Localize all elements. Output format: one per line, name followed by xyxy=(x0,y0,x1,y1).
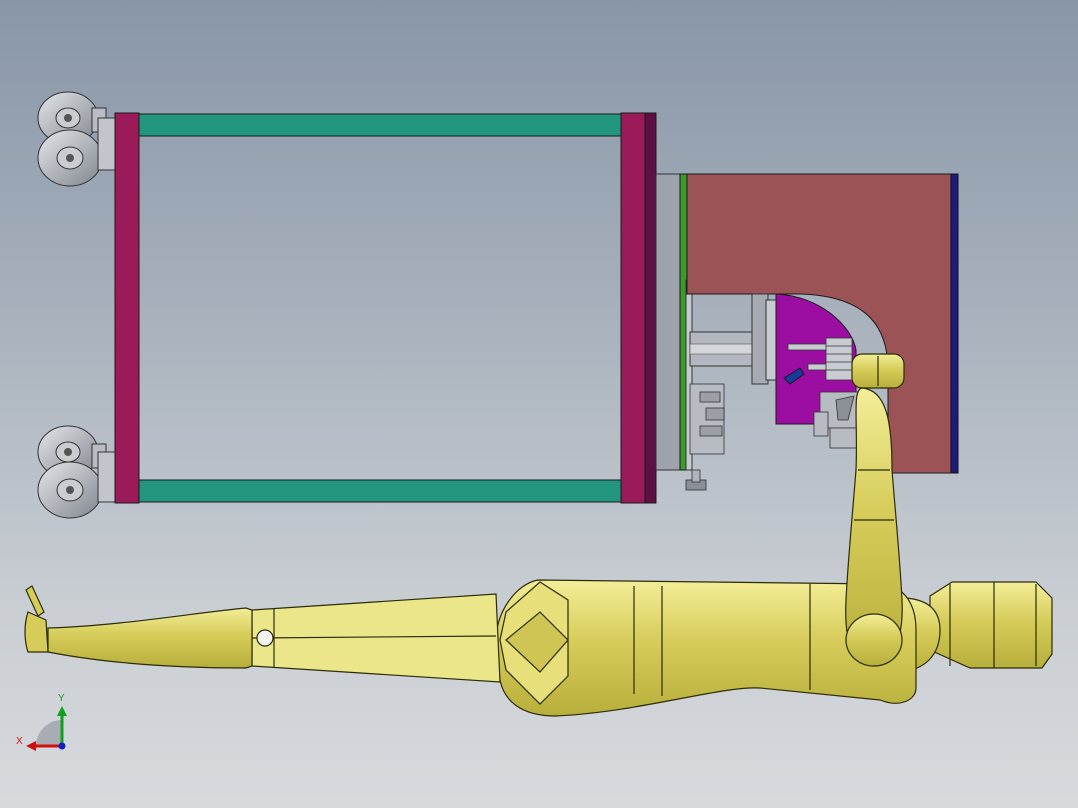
frame-post-left xyxy=(114,112,140,504)
coordinate-triad-icon: Y X xyxy=(16,693,67,751)
assembly-drawing[interactable]: Y X xyxy=(0,0,1078,808)
frame-rail-bottom xyxy=(138,479,623,503)
axis-x-label: X xyxy=(16,736,23,747)
gripper-assembly xyxy=(685,293,861,491)
frame-post-right xyxy=(620,112,646,504)
frame-post-right-back xyxy=(644,112,657,504)
mount-plate xyxy=(655,173,681,471)
caster-top-left xyxy=(37,91,117,187)
cad-viewport[interactable]: Y X xyxy=(0,0,1078,808)
axis-y-label: Y xyxy=(58,693,65,704)
frame-rail-top xyxy=(138,113,623,137)
robot-base xyxy=(929,581,1053,669)
enclosure-edge-blue xyxy=(950,173,959,474)
robot-forearm-hole xyxy=(256,629,274,647)
robot-end-effector xyxy=(24,611,49,653)
caster-bottom-left xyxy=(37,425,117,519)
cart-frame xyxy=(114,112,657,504)
